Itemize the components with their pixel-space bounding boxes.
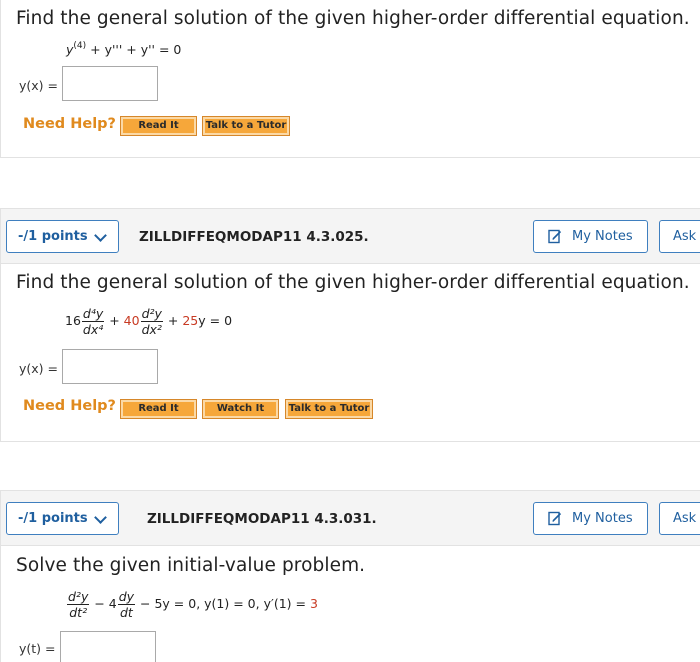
question-2-points-label: -/1 points [18,229,88,244]
question-3-header: -/1 points ZILLDIFFEQMODAP11 4.3.031. My… [0,490,700,546]
question-3-points-dropdown[interactable]: -/1 points [6,502,119,535]
question-3-prompt: Solve the given initial-value problem. [16,555,366,576]
question-2-watch-it-button[interactable]: Watch It [202,399,279,419]
question-3-answer-input[interactable] [60,631,156,662]
question-1-equation: y(4) + y''' + y'' = 0 [66,41,182,57]
question-3-ask-button[interactable]: Ask Y [659,502,700,535]
question-3-my-notes-label: My Notes [572,511,633,526]
question-3-equation: d²y dt² − 4 dy dt − 5y = 0, y(1) = 0, y′(1)… [67,589,318,620]
question-2-read-it-button[interactable]: Read It [120,399,197,419]
pencil-note-icon [548,511,562,526]
question-1-need-help: Need Help? [23,116,116,132]
question-3-my-notes-button[interactable]: My Notes [533,502,648,535]
chevron-down-icon [94,511,107,524]
question-2-prompt: Find the general solution of the given h… [16,272,690,293]
question-1-prompt: Find the general solution of the given h… [16,8,690,29]
question-2-header: -/1 points ZILLDIFFEQMODAP11 4.3.025. My… [0,208,700,264]
question-1-answer-label: y(x) = [19,78,58,93]
question-2-my-notes-button[interactable]: My Notes [533,220,648,253]
question-2-id: ZILLDIFFEQMODAP11 4.3.025. [139,229,369,245]
question-3-points-label: -/1 points [18,511,88,526]
question-2-answer-input[interactable] [62,349,158,384]
question-1-answer-input[interactable] [62,66,158,101]
question-2-talk-to-tutor-button[interactable]: Talk to a Tutor [285,399,373,419]
question-2-my-notes-label: My Notes [572,229,633,244]
pencil-note-icon [548,229,562,244]
question-3-answer-label: y(t) = [19,641,56,656]
question-1-talk-to-tutor-button[interactable]: Talk to a Tutor [202,116,290,136]
question-2-answer-label: y(x) = [19,361,58,376]
question-3-id: ZILLDIFFEQMODAP11 4.3.031. [147,511,377,527]
question-2-equation: 16 d⁴y dx⁴ + 40 d²y dx² + 25y = 0 [65,306,233,337]
chevron-down-icon [94,229,107,242]
question-2-need-help: Need Help? [23,398,116,414]
question-2-ask-button[interactable]: Ask Y [659,220,700,253]
question-2-points-dropdown[interactable]: -/1 points [6,220,119,253]
question-1-read-it-button[interactable]: Read It [120,116,197,136]
